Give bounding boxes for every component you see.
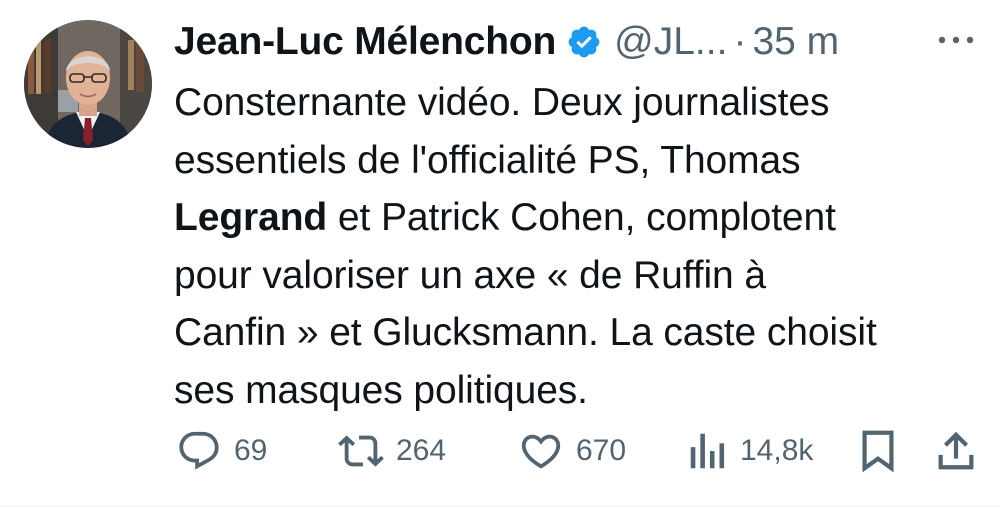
views-icon xyxy=(688,428,728,474)
like-button[interactable]: 670 xyxy=(518,425,626,477)
tweet-text-line: essentiels de l'officialité PS, Thomas xyxy=(174,138,801,182)
views-count: 14,8k xyxy=(740,434,814,467)
tweet-text-line: Canfin » et Glucksmann. La caste choisit xyxy=(174,311,877,354)
tweet-text-line: Consternante vidéo. Deux journalistes xyxy=(174,81,830,124)
bottom-divider xyxy=(0,506,1000,507)
retweet-icon xyxy=(338,428,384,474)
header-separator: · xyxy=(733,20,747,63)
tweet[interactable]: Jean-Luc Mélenchon @JL... · 35 m Conster… xyxy=(0,0,1000,509)
share-button[interactable] xyxy=(936,425,976,477)
tweet-actions: 69 264 670 14,8k xyxy=(0,425,1000,477)
retweet-count: 264 xyxy=(396,434,447,467)
avatar[interactable] xyxy=(24,20,152,148)
avatar-image xyxy=(24,20,152,148)
reply-count: 69 xyxy=(234,434,268,467)
tweet-text-line: ses masques politiques. xyxy=(174,368,588,412)
views-button[interactable]: 14,8k xyxy=(688,425,813,477)
tweet-timestamp[interactable]: 35 m xyxy=(752,20,839,64)
reply-button[interactable]: 69 xyxy=(176,425,267,477)
like-count: 670 xyxy=(576,434,627,467)
retweet-button[interactable]: 264 xyxy=(338,425,446,477)
bookmark-icon xyxy=(858,428,898,474)
heart-icon xyxy=(518,428,564,474)
tweet-text-line: pour valoriser un axe « de Ruffin à xyxy=(174,253,766,297)
tweet-text-line: Legrand et Patrick Cohen, complotent xyxy=(174,196,836,239)
tweet-header: Jean-Luc Mélenchon @JL... · 35 m xyxy=(174,18,839,66)
reply-icon xyxy=(176,428,222,474)
tweet-text: Consternante vidéo. Deux journalistes es… xyxy=(174,74,984,419)
verified-badge-icon xyxy=(566,24,602,60)
author-name[interactable]: Jean-Luc Mélenchon xyxy=(174,20,556,64)
share-icon xyxy=(936,428,976,474)
more-options-icon[interactable] xyxy=(934,28,978,52)
bookmark-button[interactable] xyxy=(858,425,898,477)
author-handle[interactable]: @JL... xyxy=(614,20,727,64)
bold-name: Legrand xyxy=(174,196,328,239)
